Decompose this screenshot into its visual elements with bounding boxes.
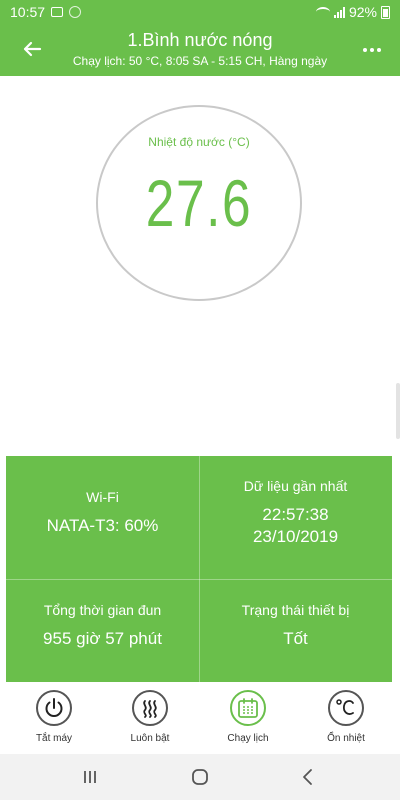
recent-apps-icon [84, 771, 96, 783]
status-bar: 10:57 92% [0, 0, 400, 24]
celsius-icon [336, 699, 354, 715]
more-dots-icon [363, 48, 367, 52]
wifi-value: NATA-T3: 60% [46, 515, 159, 535]
mode-thermostat-button[interactable]: Ổn nhiệt [306, 690, 386, 744]
last-data-date: 23/10/2019 [252, 526, 339, 546]
edge-panel-handle[interactable] [396, 383, 400, 439]
recent-apps-button[interactable] [78, 766, 102, 788]
last-data-cell: Dữ liệu gần nhất 22:57:38 23/10/2019 [199, 456, 392, 569]
device-status-cell: Trạng thái thiết bị Tốt [199, 569, 392, 682]
page-title: 1.Bình nước nóng [127, 30, 273, 50]
schedule-subtitle: Chạy lịch: 50 °C, 8:05 SA - 5:15 CH, Hàn… [72, 54, 328, 68]
last-data-time: 22:57:38 [262, 504, 329, 524]
chevron-left-icon [303, 769, 312, 785]
device-status-label: Trạng thái thiết bị [241, 601, 350, 618]
mode-bar: Tắt máy Luôn bật Chạy lịch Ổn nhiệt [0, 682, 400, 754]
device-status-value: Tốt [283, 628, 308, 648]
home-icon [192, 769, 208, 785]
battery-icon [381, 5, 390, 19]
total-time-label: Tổng thời gian đun [43, 601, 162, 618]
total-heating-time-cell: Tổng thời gian đun 955 giờ 57 phút [6, 569, 199, 682]
mode-always-on-label: Luôn bật [130, 733, 170, 744]
more-options-button[interactable] [358, 36, 386, 64]
calendar-icon [238, 698, 258, 718]
gauge-label: Nhiệt độ nước (°C) [148, 135, 250, 149]
wifi-cell: Wi-Fi NATA-T3: 60% [6, 456, 199, 569]
mode-off-label: Tắt máy [35, 733, 73, 744]
wifi-label: Wi-Fi [86, 488, 119, 505]
total-time-value: 955 giờ 57 phút [43, 628, 162, 648]
cell-signal-icon [333, 6, 345, 18]
mode-thermostat-label: Ổn nhiệt [327, 733, 365, 744]
status-time: 10:57 [10, 4, 46, 20]
app-bar: 1.Bình nước nóng Chạy lịch: 50 °C, 8:05 … [0, 24, 400, 76]
system-navigation-bar [0, 754, 400, 800]
image-notification-icon [51, 7, 64, 17]
mode-schedule-button[interactable]: Chạy lịch [208, 690, 288, 744]
wifi-signal-icon [315, 7, 330, 17]
temperature-gauge: Nhiệt độ nước (°C) 27.6 [96, 105, 302, 301]
info-grid: Wi-Fi NATA-T3: 60% Dữ liệu gần nhất 22:5… [6, 456, 392, 682]
last-data-label: Dữ liệu gần nhất [243, 477, 348, 494]
app-notification-icon [69, 6, 82, 18]
battery-percent: 92% [348, 4, 377, 20]
water-temperature-value: 27.6 [145, 166, 253, 240]
home-button[interactable] [188, 766, 212, 788]
heat-waves-icon [143, 700, 157, 718]
mode-schedule-label: Chạy lịch [227, 733, 269, 744]
mode-off-button[interactable]: Tắt máy [14, 690, 94, 744]
mode-always-on-button[interactable]: Luôn bật [110, 690, 190, 744]
power-icon [45, 698, 63, 717]
system-back-button[interactable] [296, 766, 320, 788]
